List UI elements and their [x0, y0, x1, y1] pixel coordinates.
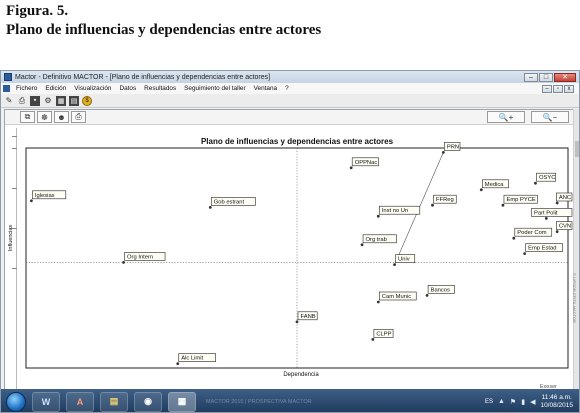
- actor-point: [555, 230, 559, 234]
- actor-label: Univ: [398, 257, 410, 263]
- actor-label: PRN: [447, 144, 459, 150]
- actor-label: Gob estrant: [214, 199, 245, 205]
- actor-point: [176, 362, 180, 365]
- actor-label: FANB: [301, 314, 316, 320]
- actor-label: FFReg: [436, 197, 454, 203]
- actor-point: [441, 151, 445, 154]
- x-axis-label: Dependencia: [283, 372, 319, 378]
- actor-label: Part Polit: [534, 210, 558, 216]
- actor-label: Emp PYCE: [506, 197, 535, 203]
- actor-label: CLPP: [376, 331, 391, 337]
- actor-point: [501, 203, 505, 207]
- actor-point: [555, 201, 559, 205]
- actor-label: Org trab: [366, 237, 387, 243]
- actor-point: [371, 338, 375, 341]
- actor-point: [544, 217, 548, 220]
- right-watermark: © LIPSOR-EPITA-MACTOR: [572, 273, 577, 323]
- actor-point: [122, 261, 125, 264]
- y-axis-label: Influencias: [8, 225, 14, 252]
- actor-label: Emp Estad: [528, 246, 556, 252]
- actor-label: OSYC: [539, 175, 555, 181]
- actor-label: Cam Munic: [382, 294, 411, 300]
- actor-label: Inst no Un: [382, 208, 408, 214]
- actor-point: [393, 263, 396, 266]
- actor-label: Bancos: [431, 287, 450, 293]
- actor-label: Org Intern: [127, 254, 153, 260]
- actor-point: [349, 166, 353, 170]
- actor-label: Alc Limit: [181, 356, 203, 362]
- actor-point: [376, 300, 380, 304]
- actor-point: [523, 252, 527, 256]
- actor-point: [431, 203, 434, 207]
- actor-label: Poder Com: [517, 230, 546, 236]
- chart-title: Plano de influencias y dependencias entr…: [201, 137, 394, 146]
- actor-label: ANC: [559, 195, 571, 201]
- actor-point: [360, 243, 364, 247]
- actor-label: CVN: [559, 224, 571, 230]
- actor-point: [479, 188, 483, 192]
- actor-point: [295, 320, 299, 324]
- actor-point: [376, 214, 380, 218]
- actor-label: Medica: [485, 182, 504, 188]
- actor-label: Iglesias: [35, 193, 55, 199]
- actor-point: [208, 206, 212, 209]
- actor-label: OPPNac: [355, 160, 378, 166]
- actor-point: [425, 294, 429, 297]
- actor-point: [534, 181, 537, 185]
- actor-point: [30, 199, 33, 203]
- influence-dependence-chart: Plano de influencias y dependencias entr…: [8, 137, 577, 378]
- actor-point: [512, 236, 516, 240]
